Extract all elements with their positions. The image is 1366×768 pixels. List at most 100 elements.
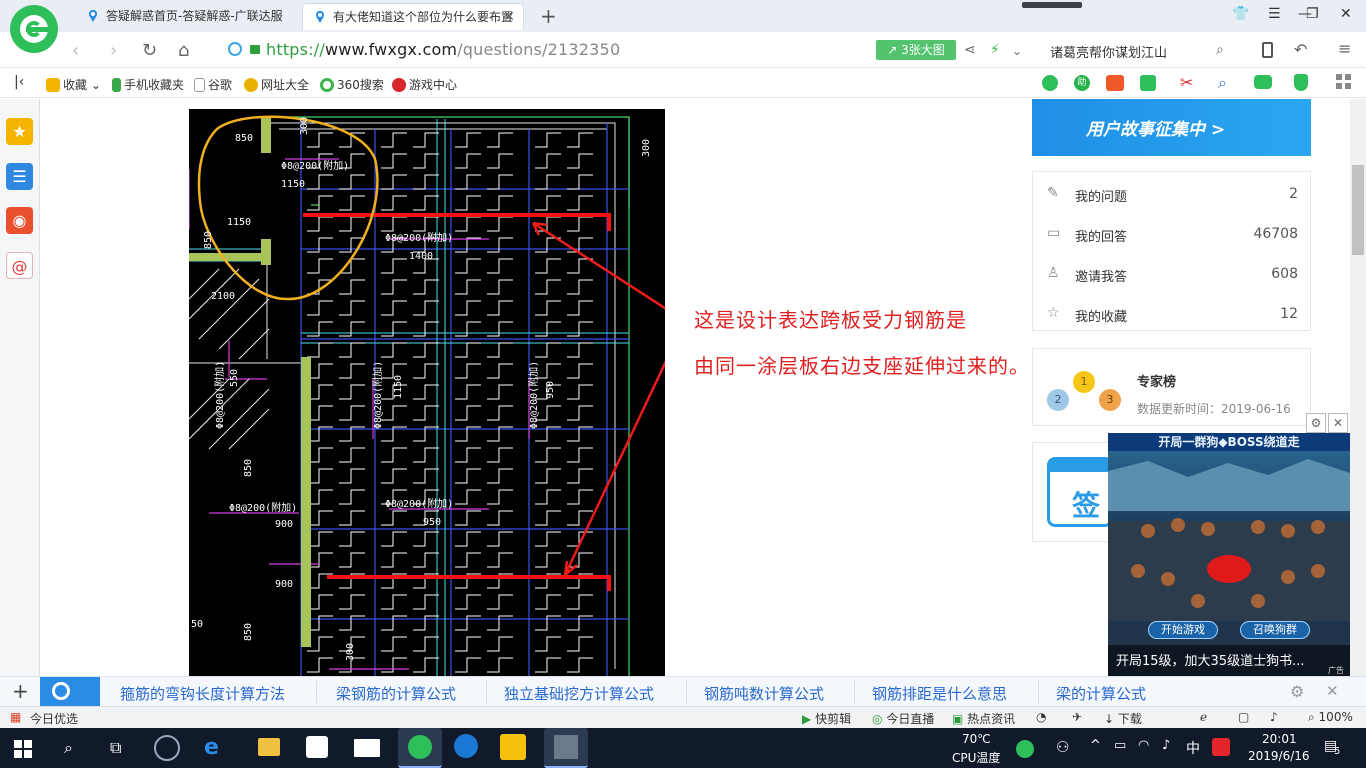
wifi-icon[interactable]: ◠	[1138, 738, 1149, 753]
menu-icon[interactable]: ☰	[1268, 6, 1281, 22]
sogou-ime-icon[interactable]	[1212, 738, 1230, 756]
summon-button[interactable]: 召唤狗群	[1240, 621, 1310, 639]
rebar-step	[339, 363, 365, 379]
shield-icon[interactable]	[1294, 74, 1308, 91]
tray-expand-icon[interactable]: ^	[1090, 738, 1101, 753]
sidebar-toggle-icon[interactable]: |‹	[14, 74, 24, 90]
browser-logo-icon[interactable]	[10, 5, 58, 53]
tab-1[interactable]: 答疑解惑首页-答疑解惑-广联达服	[76, 3, 298, 30]
bookmark-google[interactable]: 谷歌	[194, 76, 232, 93]
window-icon[interactable]: ▢	[1238, 710, 1249, 724]
bookmark-favorites[interactable]: 收藏 ⌄	[46, 76, 101, 93]
rocket-icon[interactable]: ✈	[1072, 710, 1082, 724]
bar-settings-icon[interactable]: ⚙	[1290, 682, 1304, 701]
new-tab-icon[interactable]: +	[540, 4, 557, 28]
mail-icon[interactable]: @	[6, 252, 33, 279]
task-view-icon[interactable]: ⧉	[110, 738, 121, 758]
people-icon[interactable]: ⚇	[1056, 738, 1069, 756]
related-search-4[interactable]: 钢筋吨数计算公式	[704, 683, 824, 704]
ime-indicator[interactable]: 中	[1186, 738, 1200, 758]
edge-icon[interactable]: e	[204, 736, 228, 760]
reader-list-icon[interactable]: ☰	[6, 163, 33, 190]
window-close-icon[interactable]: ✕	[1340, 6, 1352, 22]
gamepad-icon[interactable]	[1254, 75, 1272, 89]
share-icon[interactable]: ⋖	[964, 42, 976, 58]
search-tool-icon[interactable]: ⌕	[1218, 73, 1227, 93]
chevron-down-icon[interactable]: ⌄	[1012, 44, 1022, 58]
battery-icon[interactable]: ▭	[1114, 738, 1126, 753]
bookmark-games[interactable]: 游戏中心	[392, 76, 457, 93]
sogou-icon[interactable]	[454, 734, 478, 758]
forward-icon[interactable]: ›	[110, 40, 117, 61]
more-menu-icon[interactable]: ≡	[1338, 39, 1351, 58]
related-search-3[interactable]: 独立基础挖方计算公式	[504, 683, 654, 704]
volume-icon[interactable]: ♪	[1162, 738, 1170, 753]
related-search-2[interactable]: 梁钢筋的计算公式	[336, 683, 456, 704]
translate-icon[interactable]	[1140, 75, 1156, 91]
store-icon[interactable]	[306, 736, 328, 758]
undo-icon[interactable]: ↶	[1294, 40, 1307, 59]
url-text[interactable]: https://www.fwxgx.com/questions/2132350	[266, 40, 620, 59]
user-story-banner[interactable]: 用户故事征集中 >	[1032, 99, 1311, 156]
tab-close-icon[interactable]: ✕	[503, 4, 515, 30]
zoom-level[interactable]: ⌕ 100%	[1308, 710, 1353, 725]
stat-invited[interactable]: ♙ 邀请我答 608	[1033, 253, 1312, 293]
add-icon[interactable]: +	[12, 679, 29, 703]
shirt-icon[interactable]: 👕	[1232, 6, 1249, 22]
stat-favorites[interactable]: ☆ 我的收藏 12	[1033, 293, 1312, 333]
home-icon[interactable]: ⌂	[178, 40, 189, 61]
taskbar-search-icon[interactable]: ⌕	[64, 738, 73, 758]
flash-icon[interactable]: ⚡	[990, 42, 1000, 58]
bookmark-sites[interactable]: 网址大全	[244, 76, 309, 93]
bookmark-360search[interactable]: 360搜索	[320, 76, 384, 93]
back-icon[interactable]: ‹	[72, 40, 79, 61]
live-today[interactable]: ◎ 今日直播	[872, 710, 934, 727]
ad-settings-icon[interactable]: ⚙	[1306, 413, 1326, 433]
scrollbar-thumb[interactable]	[1352, 165, 1364, 255]
extension-green-icon[interactable]	[1042, 75, 1058, 91]
checkin-card[interactable]: 签	[1032, 442, 1112, 542]
bar-close-icon[interactable]: ✕	[1326, 682, 1339, 700]
tab-2[interactable]: 有大佬知道这个部位为什么要布置 ✕	[302, 3, 524, 30]
related-search-6[interactable]: 梁的计算公式	[1056, 683, 1146, 704]
cad-viewer-task[interactable]	[544, 728, 588, 768]
mute-icon[interactable]: ♪	[1270, 710, 1278, 724]
search-icon[interactable]: ⌕	[1216, 42, 1224, 58]
cortana-icon[interactable]	[154, 735, 180, 761]
favorites-star-icon[interactable]: ★	[6, 118, 33, 145]
speed-icon[interactable]: ◔	[1036, 710, 1046, 724]
restore-icon[interactable]: ❐	[1306, 6, 1319, 22]
mail-app-icon[interactable]	[354, 739, 380, 757]
security-tray-icon[interactable]	[1016, 740, 1034, 758]
banner-text: 用户故事征集中 >	[1086, 120, 1226, 140]
search-input[interactable]: 诸葛亮帮你谋划江山	[1050, 42, 1167, 61]
360-browser-task[interactable]	[398, 728, 442, 768]
download[interactable]: ↓ 下载	[1104, 710, 1142, 727]
start-game-button[interactable]: 开始游戏	[1148, 621, 1218, 639]
related-search-1[interactable]: 箍筋的弯钩长度计算方法	[120, 683, 285, 704]
stat-my-answers[interactable]: ▭ 我的回答 46708	[1033, 213, 1312, 253]
windows-start-icon[interactable]	[14, 740, 32, 758]
security-shield-icon[interactable]	[228, 42, 242, 56]
apps-grid-icon[interactable]	[1336, 74, 1352, 90]
weibo-icon[interactable]: ◉	[6, 207, 33, 234]
refresh-icon[interactable]: ↻	[142, 40, 157, 61]
big-image-button[interactable]: ↗ 3张大图	[876, 40, 956, 60]
stat-my-questions[interactable]: ✎ 我的问题 2	[1033, 173, 1312, 213]
related-search-5[interactable]: 钢筋排距是什么意思	[872, 683, 1007, 704]
ad-close-icon[interactable]: ✕	[1328, 413, 1348, 433]
assistant-icon[interactable]: 助	[1074, 75, 1090, 91]
hot-news[interactable]: ▣ 热点资讯	[952, 710, 1015, 727]
glodon-icon[interactable]	[500, 734, 526, 760]
bookmark-mobile[interactable]: 手机收藏夹	[112, 76, 184, 93]
tv-icon[interactable]	[1106, 75, 1124, 91]
mobile-icon[interactable]	[1262, 42, 1273, 58]
game-ad-popup[interactable]: 开局一群狗◆BOSS绕道走 开始游戏 召唤狗群 开局15级，加大35级道士狗书.…	[1108, 433, 1350, 676]
clock-date[interactable]: 2019/6/16	[1248, 749, 1310, 763]
scissors-icon[interactable]: ✂	[1180, 73, 1193, 92]
today-picks[interactable]: 今日优选	[30, 710, 78, 727]
ie-icon[interactable]: ℯ	[1200, 710, 1207, 724]
clock-time[interactable]: 20:01	[1262, 732, 1297, 746]
file-explorer-icon[interactable]	[258, 738, 280, 756]
quick-edit[interactable]: ▶ 快剪辑	[802, 710, 851, 727]
